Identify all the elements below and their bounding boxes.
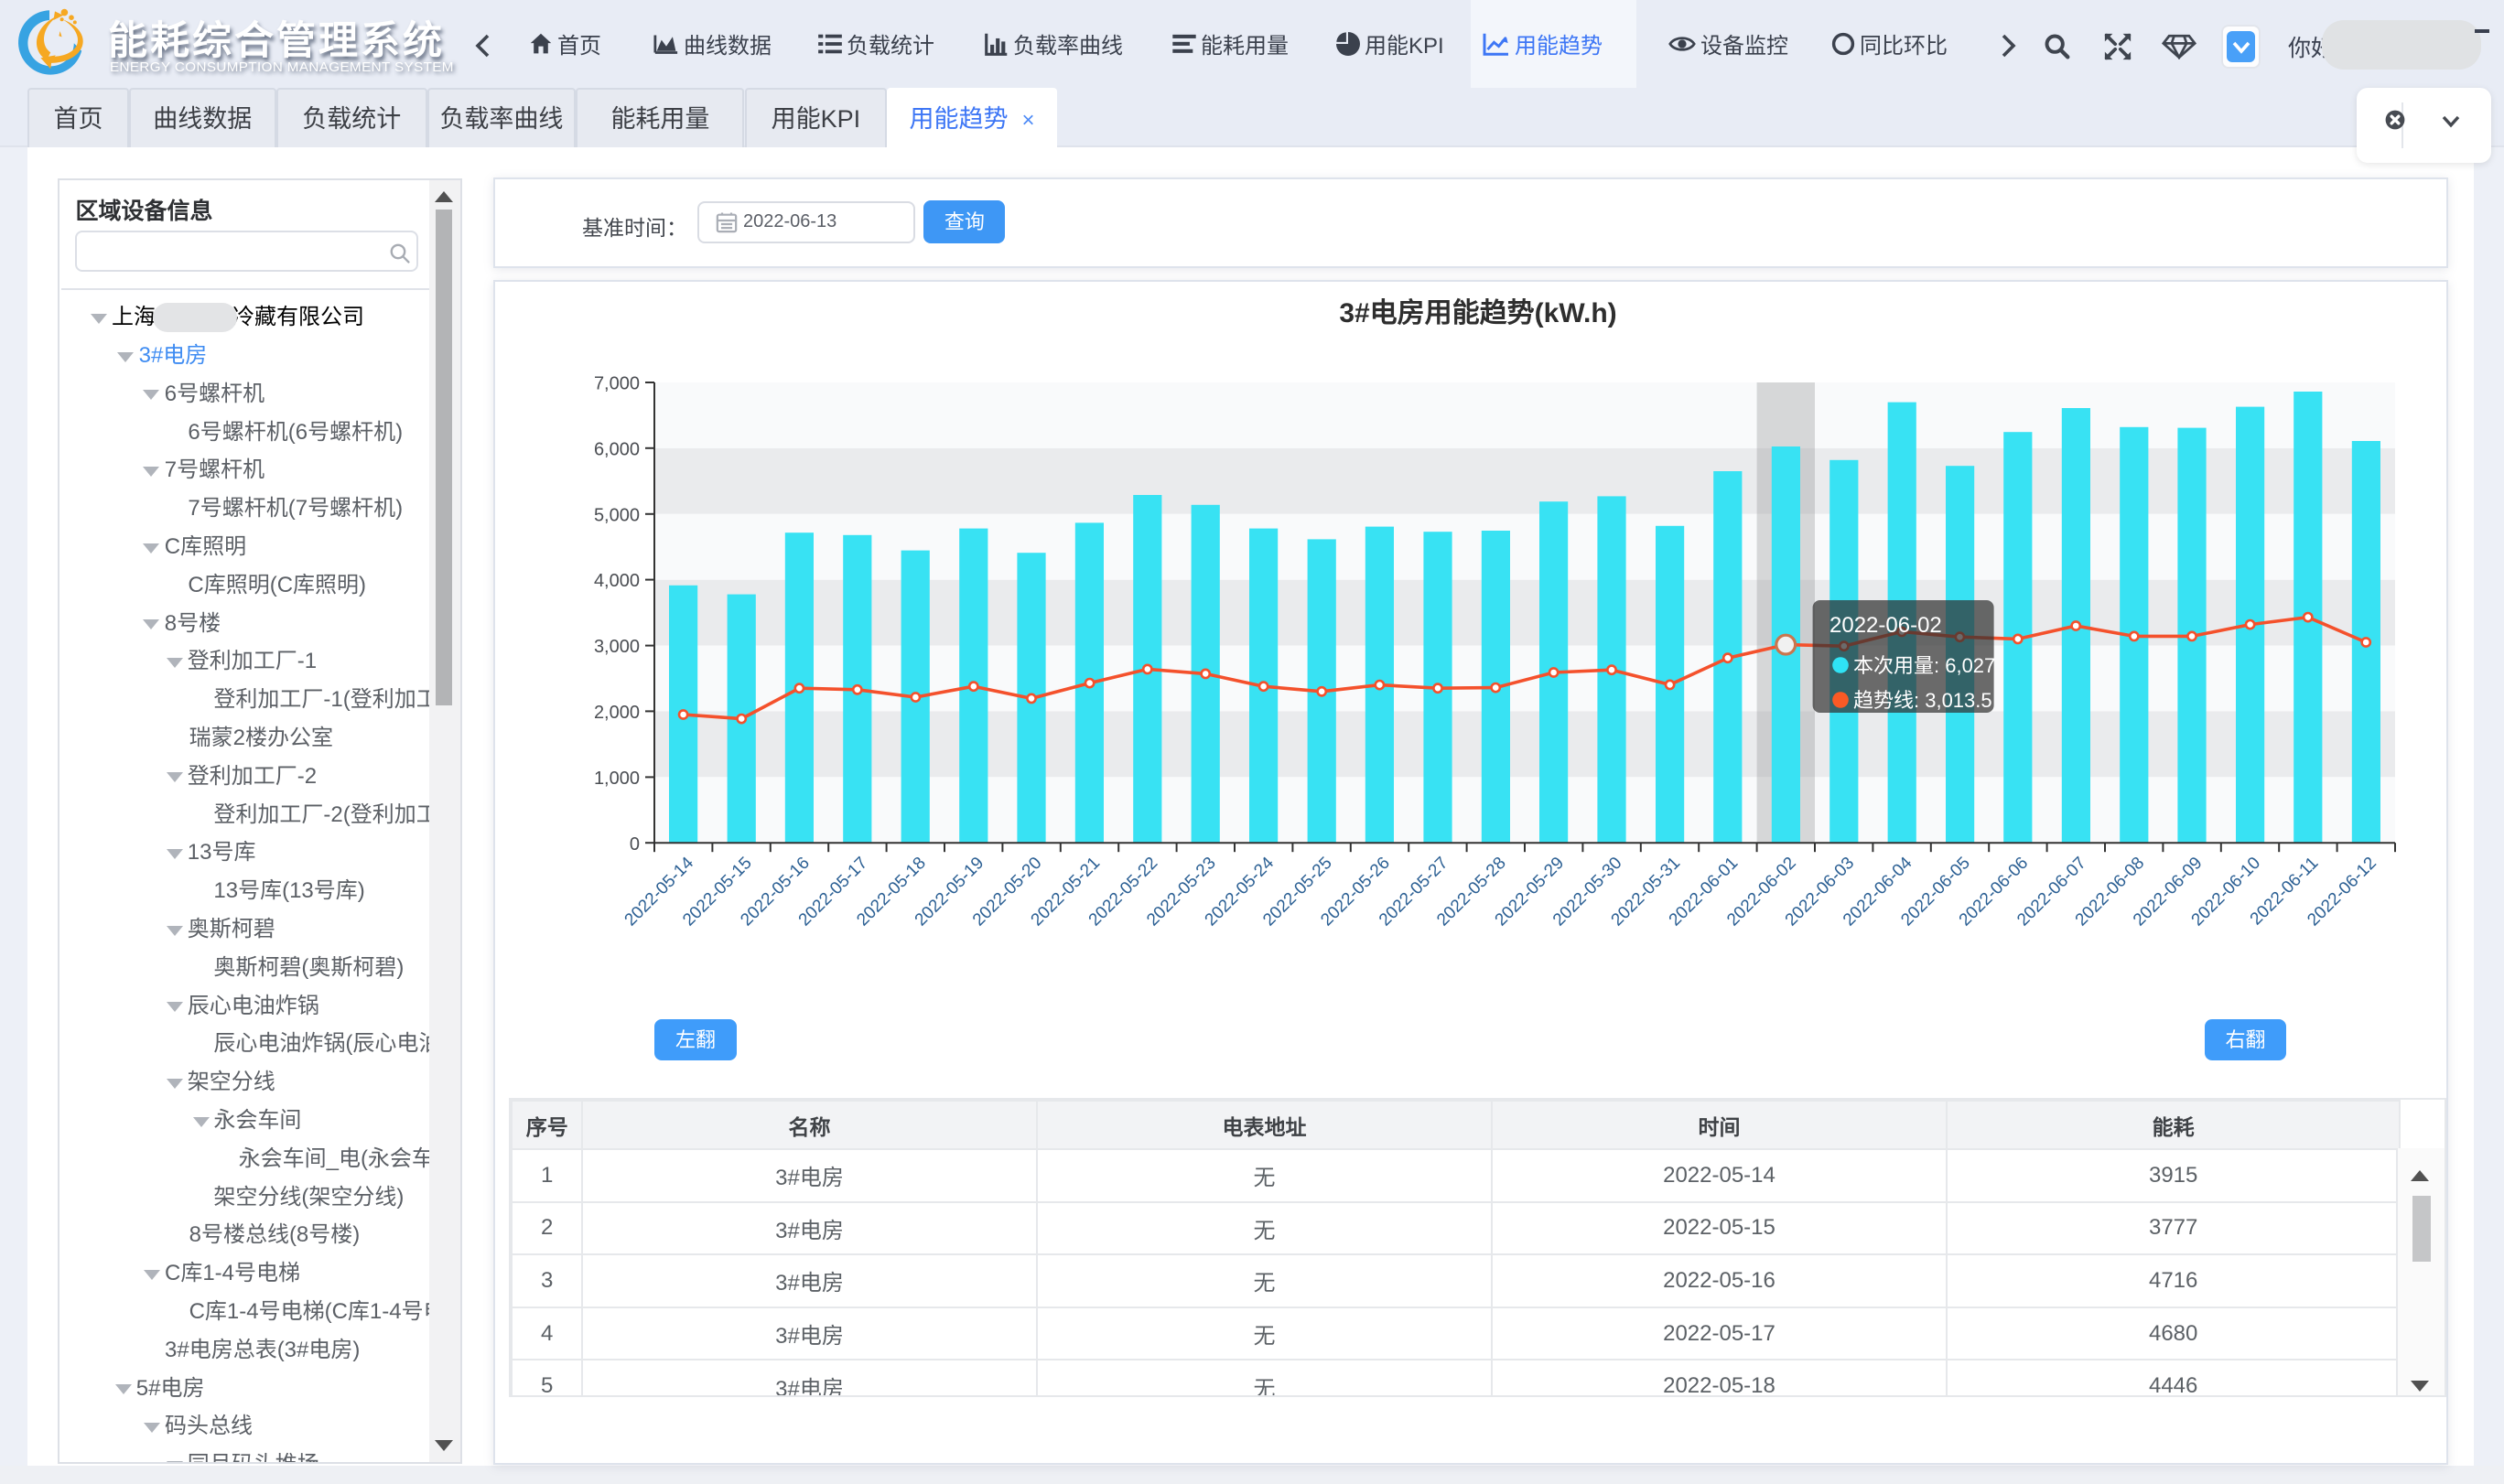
svg-text:2022-06-02: 2022-06-02	[1829, 613, 1942, 638]
svg-text:2,000: 2,000	[593, 703, 639, 723]
svg-text:4,000: 4,000	[593, 571, 639, 591]
svg-text:0: 0	[629, 834, 639, 855]
svg-text:6,000: 6,000	[593, 439, 639, 459]
svg-text:趋势线: 3,013.5: 趋势线: 3,013.5	[1853, 689, 1992, 712]
svg-text:本次用量: 6,027: 本次用量: 6,027	[1853, 654, 1995, 677]
svg-text:5,000: 5,000	[593, 505, 639, 525]
svg-text:1,000: 1,000	[593, 769, 639, 789]
svg-text:7,000: 7,000	[593, 374, 639, 394]
svg-text:3,000: 3,000	[593, 637, 639, 657]
svg-text:3#电房用能趋势(kW.h): 3#电房用能趋势(kW.h)	[1339, 298, 1616, 328]
